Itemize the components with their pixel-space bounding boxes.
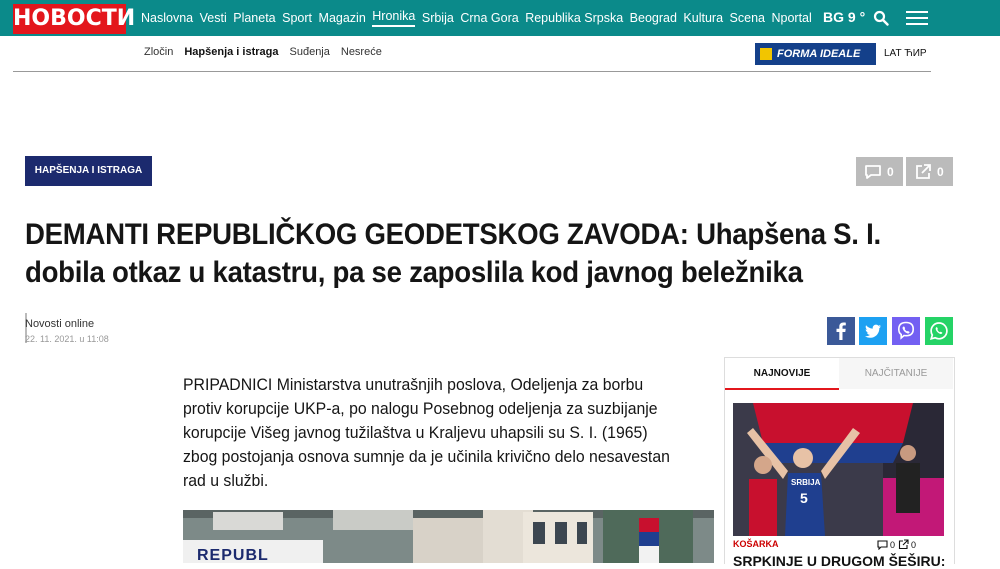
jersey-text: SRBIJA (791, 478, 821, 487)
twitter-icon (859, 317, 887, 345)
nav-item-kultura[interactable]: Kultura (683, 11, 723, 25)
subnav-item-sudjenja[interactable]: Suđenja (290, 46, 330, 58)
tab-najnovije[interactable]: NAJNOVIJE (725, 358, 839, 390)
hamburger-menu-icon[interactable] (906, 11, 928, 25)
novosti-logo[interactable]: НОВОСТИ (13, 4, 135, 34)
nav-item-sport[interactable]: Sport (282, 11, 312, 25)
sidebar-item-image[interactable]: SRBIJA 5 (733, 403, 944, 536)
basketball-celebration-image (733, 403, 944, 536)
facebook-icon (827, 317, 855, 345)
subnav-item-zlocin[interactable]: Zločin (144, 46, 173, 58)
sidebar-item-title[interactable]: SRPKINJE U DRUGOM ŠEŠIRU: (733, 553, 945, 569)
article-date: 22. 11. 2021. u 11:08 (25, 334, 109, 344)
article-lead: PRIPADNICI Ministarstva unutrašnjih posl… (183, 375, 670, 490)
nav-item-planeta[interactable]: Planeta (233, 11, 275, 25)
nav-item-nportal[interactable]: Nportal (771, 11, 811, 25)
category-badge[interactable]: HAPŠENJA I ISTRAGA (25, 156, 152, 186)
nav-item-scena[interactable]: Scena (730, 11, 765, 25)
sidebar-item-category[interactable]: KOŠARKA (733, 539, 779, 549)
share-icon (916, 163, 931, 179)
main-nav: Naslovna Vesti Planeta Sport Magazin Hro… (141, 0, 818, 36)
jersey-number: 5 (800, 490, 808, 506)
nav-item-vesti[interactable]: Vesti (200, 11, 227, 25)
language-switch[interactable]: LAT ЋИР (884, 48, 927, 59)
facebook-share-button[interactable] (827, 317, 855, 345)
photo-sign-text: REPUBL (197, 547, 269, 563)
latest-news-sidebar: NAJNOVIJE NAJČITANIJE SRBIJA 5 KOŠARKA 0… (724, 357, 955, 569)
search-icon[interactable] (873, 10, 889, 26)
forma-ideale-banner[interactable]: FORMA IDEALE (755, 43, 876, 65)
nav-item-srbija[interactable]: Srbija (422, 11, 454, 25)
nav-item-naslovna[interactable]: Naslovna (141, 11, 193, 25)
subnav-item-hapsenja[interactable]: Hapšenja i istraga (184, 46, 278, 58)
weather-widget[interactable]: BG 9 ° (823, 9, 865, 25)
nav-item-beograd[interactable]: Beograd (630, 11, 677, 25)
article-author[interactable]: Novosti online (25, 318, 94, 330)
nav-item-magazin[interactable]: Magazin (319, 11, 366, 25)
nav-item-crna-gora[interactable]: Crna Gora (460, 11, 518, 25)
sidebar-item-counters: 0 0 (877, 539, 916, 550)
nav-item-hronika[interactable]: Hronika (372, 9, 416, 27)
nav-item-republika-srpska[interactable]: Republika Srpska (525, 11, 623, 25)
twitter-share-button[interactable] (859, 317, 887, 345)
whatsapp-share-button[interactable] (925, 317, 953, 345)
section-subnav: Zločin Hapšenja i istraga Suđenja Nesreć… (144, 46, 393, 58)
whatsapp-icon (925, 317, 953, 345)
shares-count: 0 (937, 164, 944, 179)
forma-ideale-label: FORMA IDEALE (777, 48, 861, 60)
sidebar-comments-count: 0 (890, 539, 896, 550)
comments-count: 0 (887, 164, 894, 179)
share-counter-button[interactable]: 0 (906, 157, 953, 186)
sidebar-shares-count: 0 (911, 539, 917, 550)
forma-ideale-logo-icon (760, 48, 772, 60)
viber-icon (892, 317, 920, 345)
comment-icon (877, 539, 888, 550)
top-navigation-bar: НОВОСТИ Naslovna Vesti Planeta Sport Mag… (0, 0, 1000, 36)
comment-icon (865, 164, 881, 179)
subnav-item-nesrece[interactable]: Nesreće (341, 46, 382, 58)
share-icon (898, 539, 909, 550)
article-photo[interactable]: REPUBL (183, 510, 714, 563)
viber-share-button[interactable] (892, 317, 920, 345)
comments-counter-button[interactable]: 0 (856, 157, 903, 186)
tab-najcitanije[interactable]: NAJČITANIJE (839, 358, 953, 389)
article-title: DEMANTI REPUBLIČKOG GEODETSKOG ZAVODA: U… (25, 218, 881, 289)
header-divider (13, 71, 931, 72)
